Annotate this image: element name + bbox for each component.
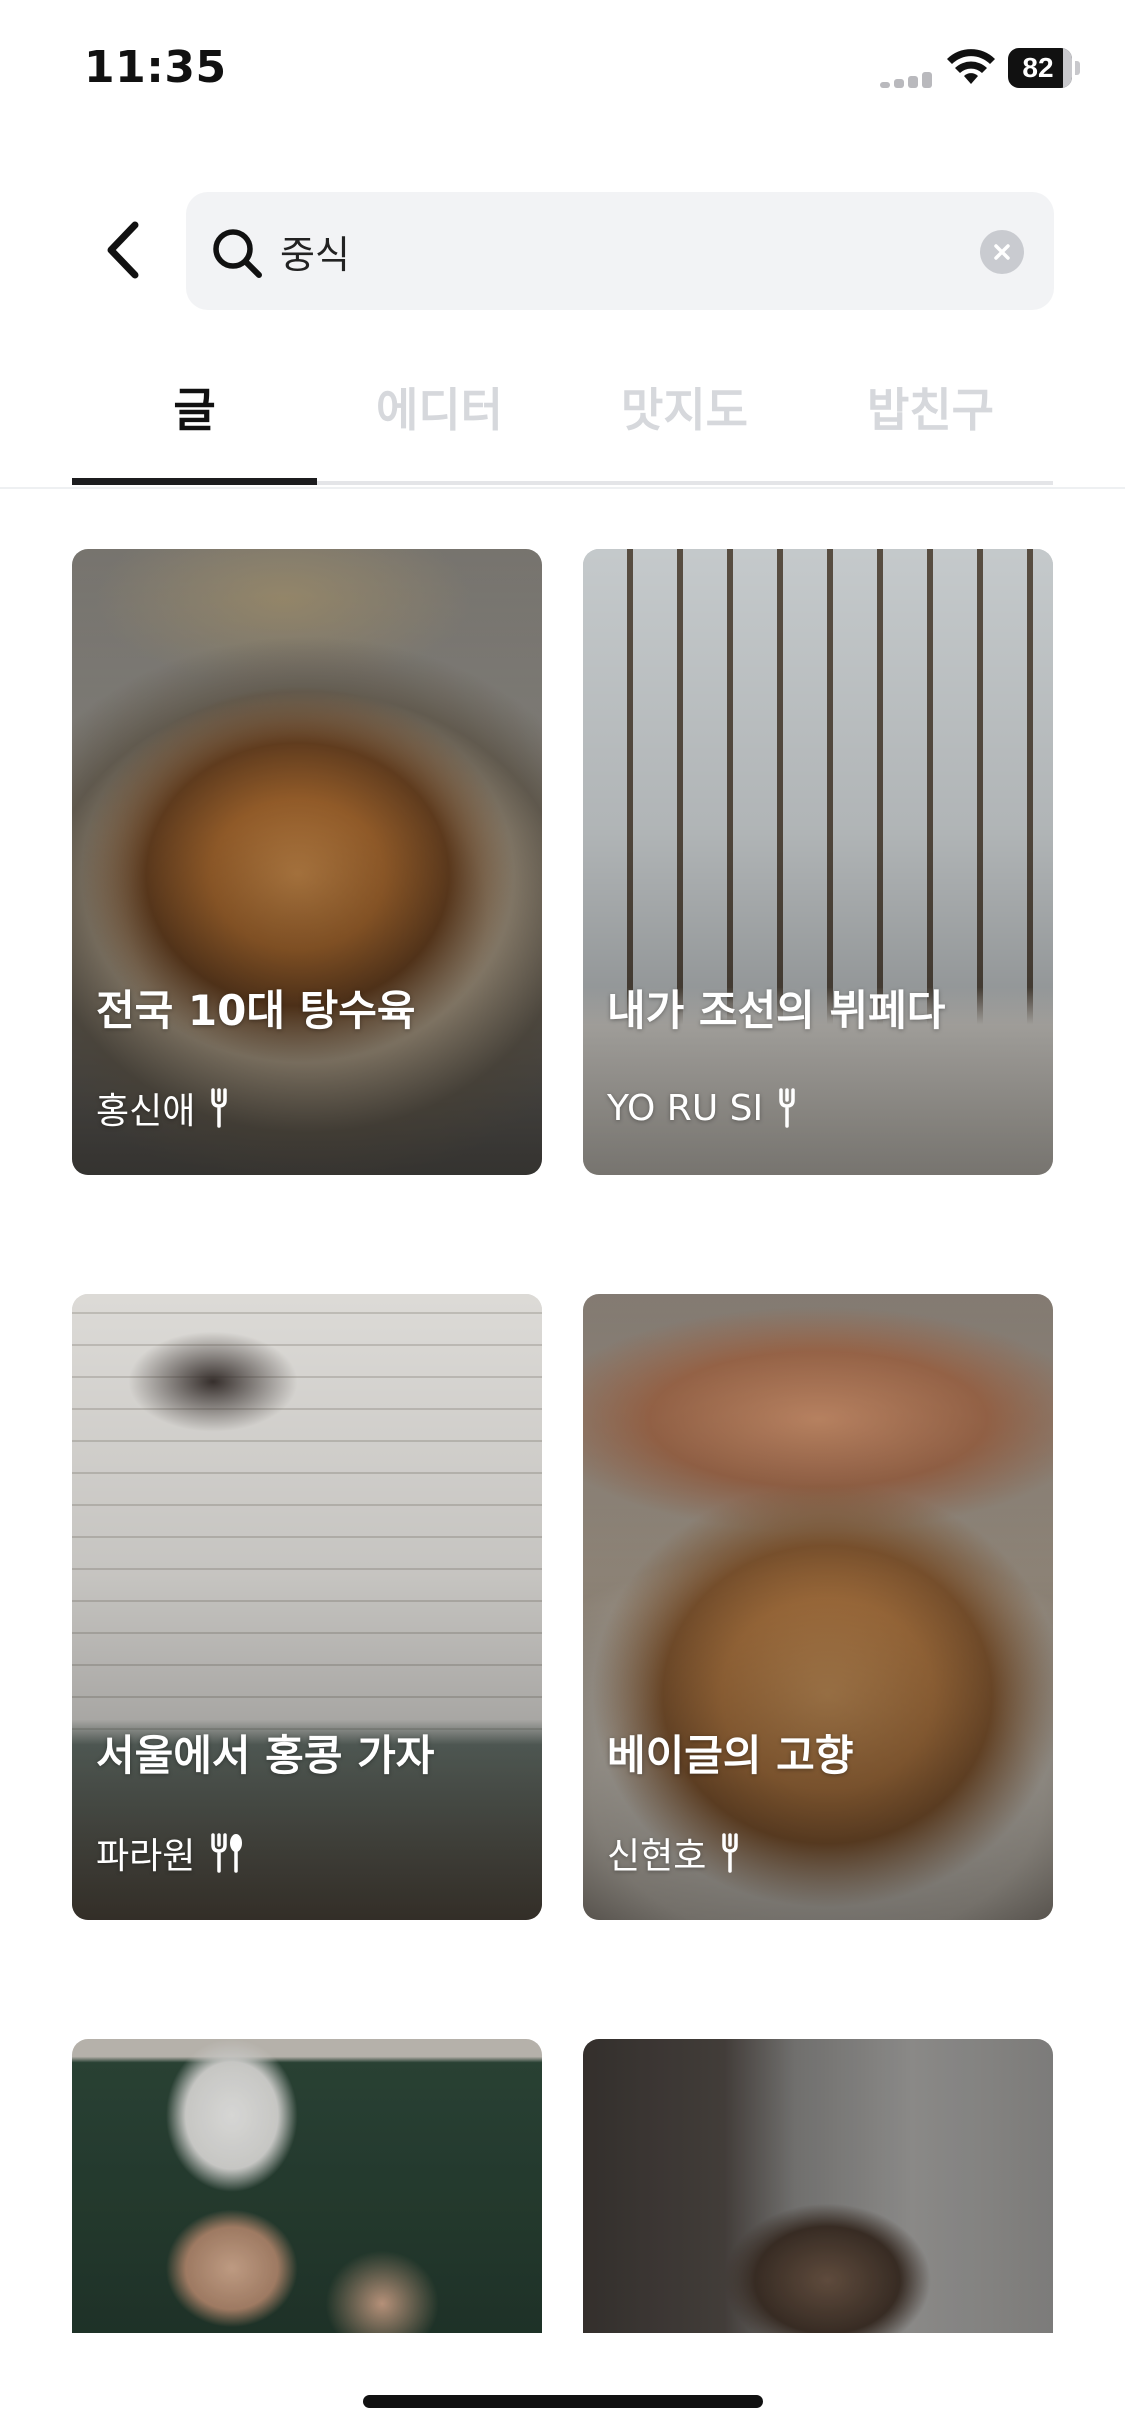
tab-food-map[interactable]: 맛지도 — [562, 370, 807, 485]
card-title: 내가 조선의 뷔페다 — [607, 986, 946, 1035]
search-icon — [213, 229, 262, 278]
article-card[interactable]: 내가 조선의 뷔페다 YO RU SI — [583, 549, 1053, 1175]
article-card[interactable]: 베이글의 고향 신현호 — [583, 1294, 1053, 1920]
search-input[interactable] — [280, 222, 920, 280]
card-title: 전국 10대 탕수육 — [96, 986, 416, 1035]
close-icon — [994, 244, 1010, 260]
fork-icon — [722, 1833, 739, 1873]
article-card[interactable]: 서울에서 홍콩 가자 파라원 — [72, 1294, 542, 1920]
card-title: 베이글의 고향 — [607, 1731, 854, 1780]
card-title: 서울에서 홍콩 가자 — [96, 1731, 435, 1780]
card-author: YO RU SI — [607, 1087, 764, 1129]
back-button[interactable] — [88, 215, 158, 285]
tab-meal-buddy[interactable]: 밥친구 — [808, 370, 1053, 485]
article-card[interactable] — [583, 2039, 1053, 2333]
home-indicator[interactable] — [363, 2395, 763, 2408]
status-time: 11:35 — [84, 42, 227, 93]
header-divider — [0, 487, 1125, 489]
card-author: 파라원 — [96, 1836, 196, 1877]
wifi-icon — [947, 49, 995, 84]
status-bar: 11:35 82 — [0, 0, 1125, 140]
tab-posts[interactable]: 글 — [72, 370, 317, 485]
card-author: 신현호 — [607, 1836, 707, 1877]
battery-percentage: 82 — [1022, 52, 1054, 83]
chevron-left-icon — [107, 221, 139, 279]
fork-icon — [211, 1088, 228, 1128]
fork-spoon-icon — [211, 1833, 243, 1873]
article-card[interactable]: 전국 10대 탕수육 홍신애 — [72, 549, 542, 1175]
search-bar[interactable] — [186, 192, 1054, 310]
article-card[interactable] — [72, 2039, 542, 2333]
tab-editors[interactable]: 에디터 — [317, 370, 562, 485]
cellular-signal-icon — [880, 72, 934, 88]
tab-bar: 글 에디터 맛지도 밥친구 — [72, 370, 1053, 485]
tab-active-indicator — [72, 478, 317, 485]
card-author: 홍신애 — [96, 1091, 196, 1132]
battery-icon: 82 — [1008, 48, 1080, 88]
clear-search-button[interactable] — [980, 230, 1024, 274]
fork-icon — [779, 1088, 795, 1128]
